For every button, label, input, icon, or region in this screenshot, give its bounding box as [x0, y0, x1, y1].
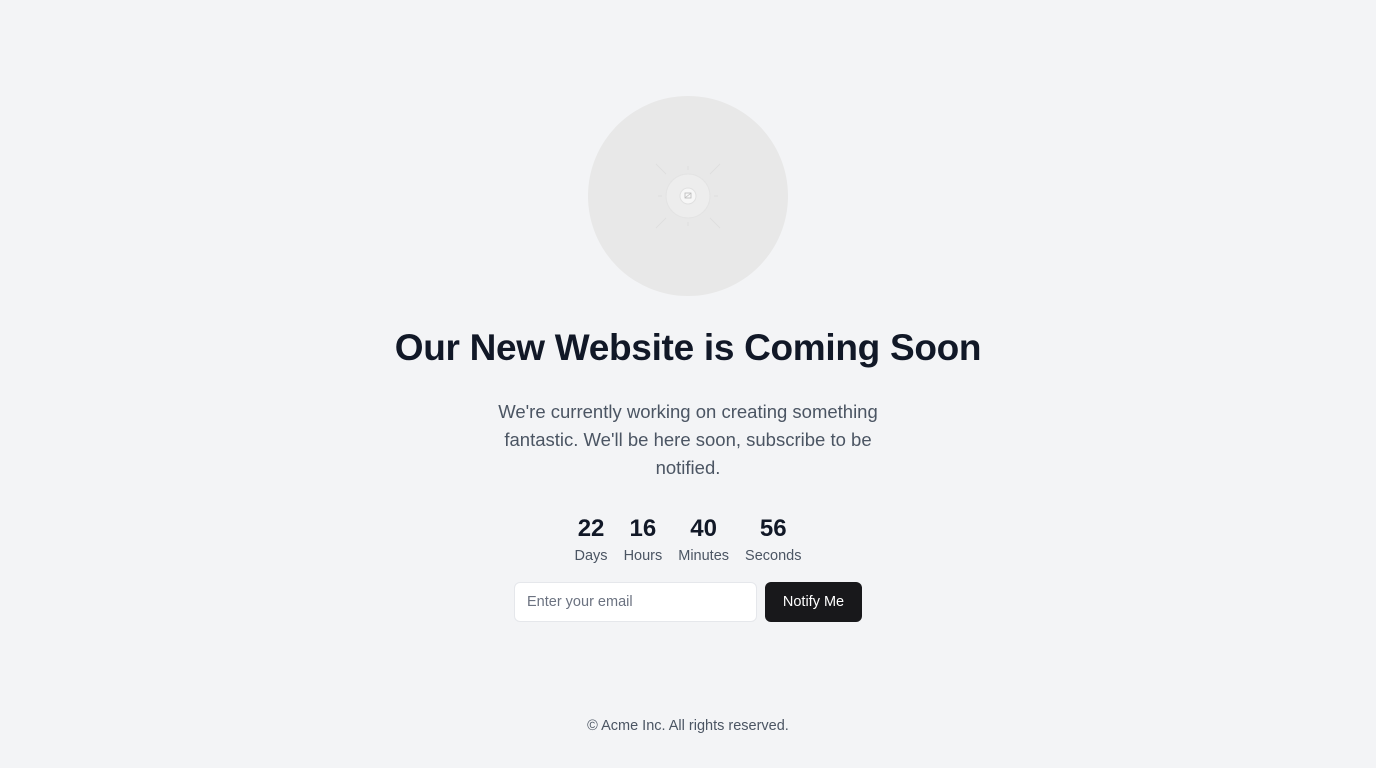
page-title: Our New Website is Coming Soon: [394, 327, 982, 368]
hero-image-placeholder: [588, 96, 788, 296]
countdown-value: 22: [577, 515, 605, 542]
countdown-hours: 16 Hours: [624, 512, 663, 566]
page-description: We're currently working on creating some…: [498, 401, 878, 478]
countdown-label: Minutes: [678, 548, 730, 564]
countdown-value: 56: [759, 515, 787, 542]
countdown-label: Hours: [623, 548, 663, 564]
countdown-label: Seconds: [745, 548, 802, 564]
coming-soon-page: Our New Website is Coming Soon We're cur…: [0, 0, 1376, 768]
countdown-timer: 22 Days 16 Hours 40 Minutes 56 Seconds: [0, 512, 1376, 566]
countdown-label: Days: [574, 548, 608, 564]
email-input[interactable]: [514, 582, 757, 622]
countdown-days: 22 Days: [575, 512, 608, 566]
footer-copyright: © Acme Inc. All rights reserved.: [587, 718, 789, 734]
countdown-value: 40: [690, 515, 717, 542]
countdown-value: 16: [629, 515, 657, 542]
countdown-minutes: 40 Minutes: [678, 512, 729, 566]
image-placeholder-icon: [655, 163, 721, 229]
countdown-seconds: 56 Seconds: [745, 512, 801, 566]
subscribe-form: Notify Me: [514, 582, 862, 622]
notify-me-button[interactable]: Notify Me: [765, 582, 862, 622]
